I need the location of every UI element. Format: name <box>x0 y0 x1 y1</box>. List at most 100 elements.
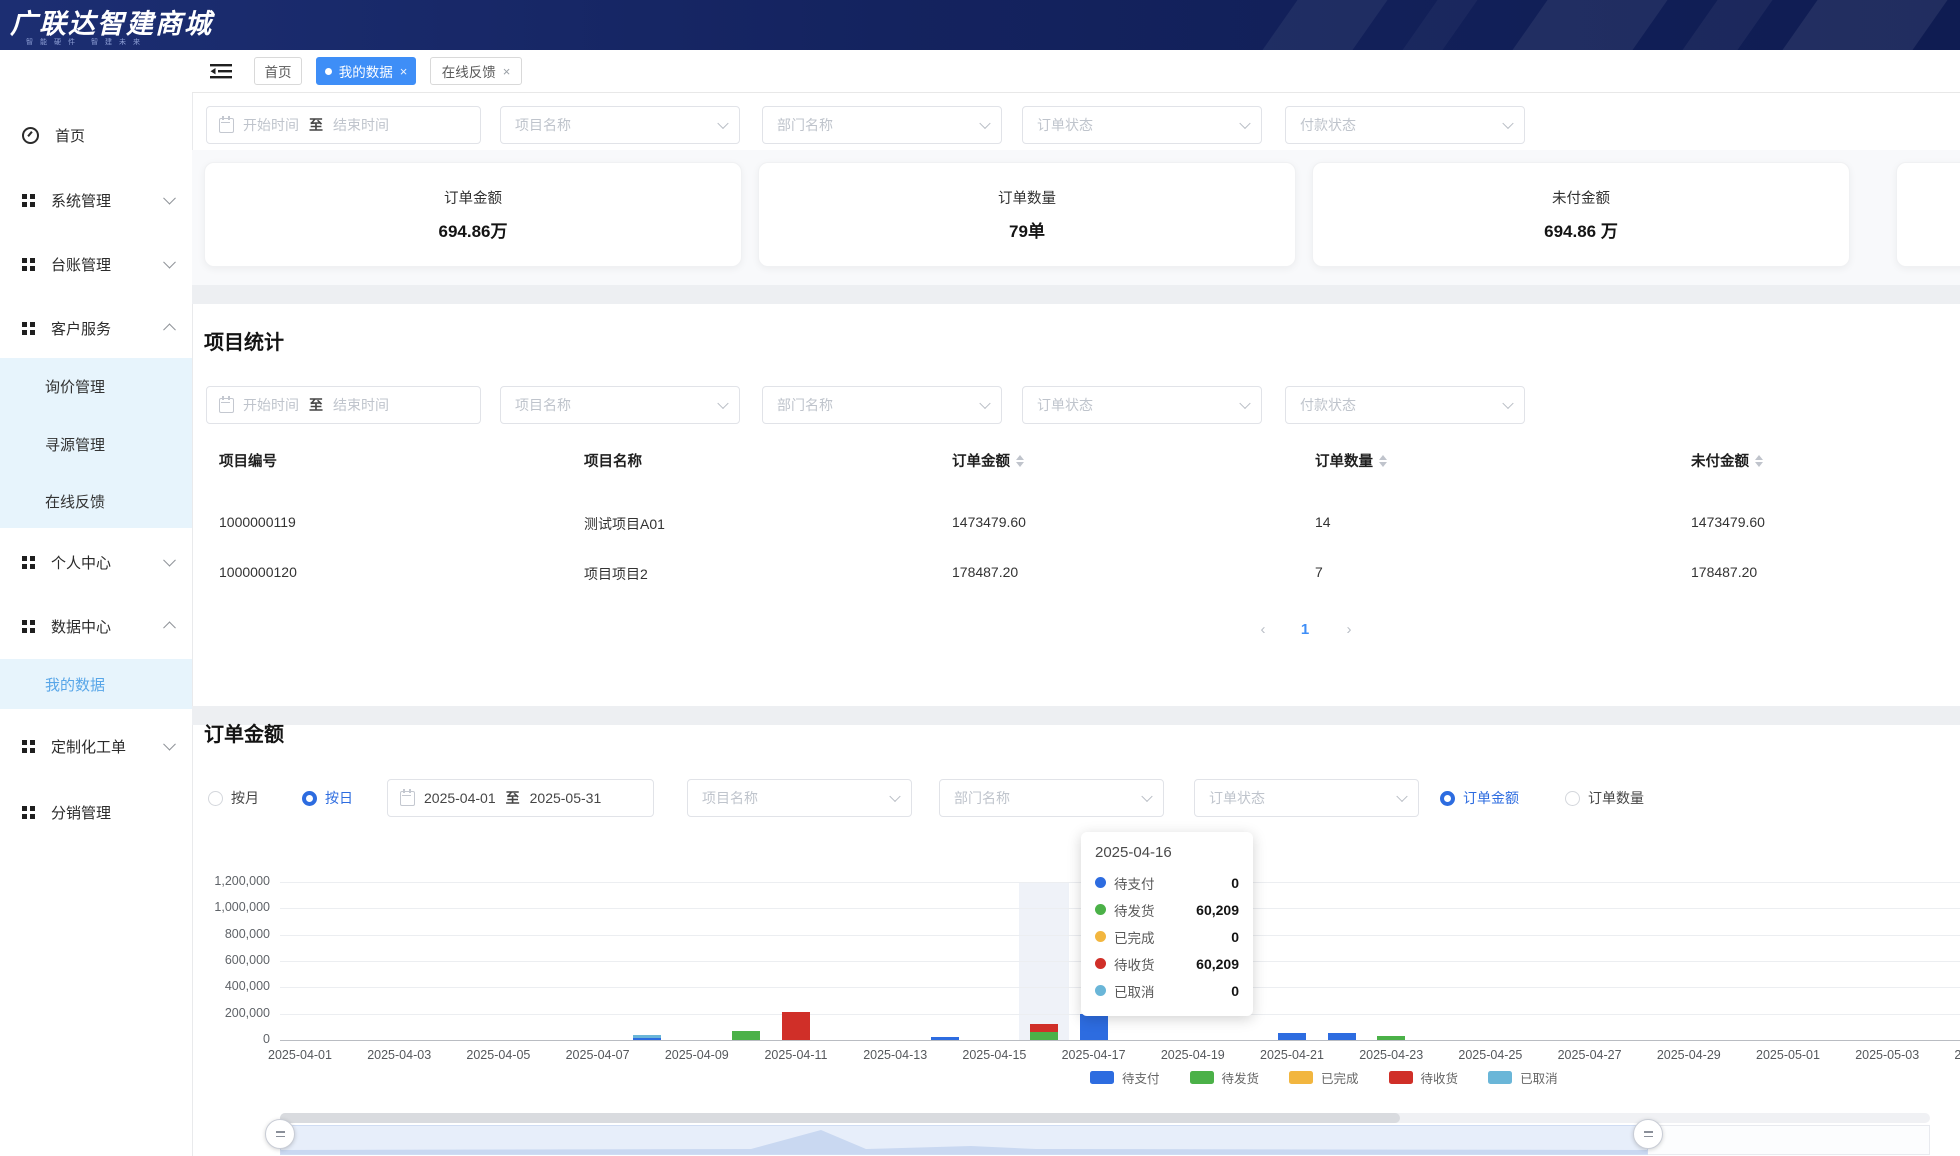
chart-bar-segment[interactable] <box>1030 1032 1058 1040</box>
chart-tooltip: 2025-04-16 待支付 0 待发货 60,209 已完成 0 待收货 60… <box>1081 832 1253 1016</box>
tooltip-series-value: 0 <box>1231 875 1239 891</box>
col-header-order-amount[interactable]: 订单金额 <box>952 450 1024 471</box>
sort-icon[interactable] <box>1016 455 1024 467</box>
project-name-select[interactable]: 项目名称 <box>500 386 740 424</box>
sidebar-item-label: 分销管理 <box>51 802 111 823</box>
project-name-select[interactable]: 项目名称 <box>500 106 740 144</box>
pagination-prev-button[interactable]: ‹ <box>1250 615 1276 643</box>
sidebar-item-home[interactable]: 首页 <box>0 110 192 160</box>
chart-bar-segment[interactable] <box>633 1035 661 1038</box>
legend-label: 已完成 <box>1321 1068 1359 1087</box>
tooltip-row: 已完成 0 <box>1095 923 1239 950</box>
sidebar-item-my-data[interactable]: 我的数据 <box>0 659 192 709</box>
datazoom-window[interactable] <box>280 1125 1648 1155</box>
datazoom-left-handle[interactable] <box>265 1119 295 1149</box>
chart-bar-segment[interactable] <box>1080 1014 1108 1040</box>
close-icon[interactable]: × <box>503 65 511 78</box>
section-divider <box>192 285 1960 304</box>
close-icon[interactable]: × <box>400 65 408 78</box>
legend-item[interactable]: 待支付 <box>1090 1068 1160 1087</box>
select-placeholder: 部门名称 <box>777 395 833 415</box>
chart-bar-segment[interactable] <box>1030 1024 1058 1032</box>
date-range-input[interactable]: 开始时间 至 结束时间 <box>206 386 481 424</box>
sidebar-item-label: 数据中心 <box>51 616 111 637</box>
y-axis-tick-label: 1,200,000 <box>204 874 270 888</box>
sidebar-item-distribution-mgmt[interactable]: 分销管理 <box>0 787 192 837</box>
legend-swatch <box>1389 1071 1413 1084</box>
department-name-select[interactable]: 部门名称 <box>762 106 1002 144</box>
date-range-input[interactable]: 开始时间 至 结束时间 <box>206 106 481 144</box>
sidebar-item-label: 首页 <box>55 125 85 146</box>
order-status-select[interactable]: 订单状态 <box>1022 106 1262 144</box>
department-name-select[interactable]: 部门名称 <box>762 386 1002 424</box>
datazoom-right-handle[interactable] <box>1633 1119 1663 1149</box>
sidebar-item-online-feedback[interactable]: 在线反馈 <box>0 476 192 526</box>
sidebar-item-label: 客户服务 <box>51 318 111 339</box>
chart-bar-segment[interactable] <box>1377 1036 1405 1040</box>
tooltip-dot <box>1095 931 1106 942</box>
radio-by-day[interactable]: 按日 <box>302 779 353 817</box>
tab-my-data[interactable]: 我的数据 × <box>316 57 416 85</box>
date-start-placeholder: 开始时间 <box>243 115 299 135</box>
col-header-project-name: 项目名称 <box>584 450 642 471</box>
sidebar-item-custom-work-order[interactable]: 定制化工单 <box>0 721 192 771</box>
tab-online-feedback[interactable]: 在线反馈 × <box>430 57 522 85</box>
sort-icon[interactable] <box>1379 455 1387 467</box>
select-placeholder: 项目名称 <box>515 395 571 415</box>
chart-bar-segment[interactable] <box>1328 1033 1356 1040</box>
sidebar-item-sourcing-mgmt[interactable]: 寻源管理 <box>0 419 192 469</box>
radio-metric-order-count[interactable]: 订单数量 <box>1565 779 1644 817</box>
radio-by-month[interactable]: 按月 <box>208 779 259 817</box>
chart-bar-segment[interactable] <box>1278 1033 1306 1040</box>
department-name-select[interactable]: 部门名称 <box>939 779 1164 817</box>
tab-home[interactable]: 首页 <box>254 57 302 85</box>
chart-bar-segment[interactable] <box>732 1031 760 1040</box>
radio-circle-icon <box>1565 791 1580 806</box>
chart-date-range-input[interactable]: 2025-04-01 至 2025-05-31 <box>387 779 654 817</box>
horizontal-scrollbar-thumb[interactable] <box>280 1113 1400 1123</box>
payment-status-select[interactable]: 付款状态 <box>1285 106 1525 144</box>
chart-bar-segment[interactable] <box>931 1037 959 1040</box>
order-status-select[interactable]: 订单状态 <box>1194 779 1419 817</box>
sidebar-item-inquiry-mgmt[interactable]: 询价管理 <box>0 361 192 411</box>
cell-project-id: 1000000119 <box>219 514 296 530</box>
date-to-label: 至 <box>309 115 323 135</box>
sidebar-item-system-mgmt[interactable]: 系统管理 <box>0 175 192 225</box>
chart-bar-segment[interactable] <box>782 1012 810 1040</box>
project-name-select[interactable]: 项目名称 <box>687 779 912 817</box>
tooltip-series-name: 已完成 <box>1114 927 1155 947</box>
collapse-sidebar-icon[interactable] <box>210 63 232 79</box>
pagination-page-1[interactable]: 1 <box>1292 615 1318 643</box>
legend-swatch <box>1190 1071 1214 1084</box>
sidebar-item-customer-service[interactable]: 客户服务 <box>0 303 192 353</box>
sort-icon[interactable] <box>1755 455 1763 467</box>
legend-item[interactable]: 已完成 <box>1289 1068 1359 1087</box>
legend-item[interactable]: 已取消 <box>1488 1068 1558 1087</box>
col-header-unpaid-amount[interactable]: 未付金额 <box>1691 450 1763 471</box>
legend-item[interactable]: 待收货 <box>1389 1068 1459 1087</box>
sidebar-item-ledger-mgmt[interactable]: 台账管理 <box>0 239 192 289</box>
legend-item[interactable]: 待发货 <box>1190 1068 1260 1087</box>
tab-bar: 首页 我的数据 × 在线反馈 × <box>192 50 1960 93</box>
order-status-select[interactable]: 订单状态 <box>1022 386 1262 424</box>
radio-label: 订单金额 <box>1463 788 1519 808</box>
radio-metric-order-amount[interactable]: 订单金额 <box>1440 779 1519 817</box>
pagination-next-button[interactable]: › <box>1336 615 1362 643</box>
legend-label: 待支付 <box>1122 1068 1160 1087</box>
grid-icon <box>22 194 35 207</box>
date-start-value: 2025-04-01 <box>424 790 496 806</box>
payment-status-select[interactable]: 付款状态 <box>1285 386 1525 424</box>
sidebar-item-label: 询价管理 <box>45 376 105 397</box>
select-placeholder: 付款状态 <box>1300 115 1356 135</box>
cell-order-count: 7 <box>1315 564 1323 580</box>
chevron-down-icon <box>717 118 728 129</box>
legend-label: 已取消 <box>1520 1068 1558 1087</box>
select-placeholder: 订单状态 <box>1037 115 1093 135</box>
chart-bar-segment[interactable] <box>633 1038 661 1040</box>
sidebar-item-personal-center[interactable]: 个人中心 <box>0 537 192 587</box>
stat-value: 79单 <box>1009 217 1045 242</box>
sidebar-item-data-center[interactable]: 数据中心 <box>0 601 192 651</box>
stat-card-order-amount: 订单金额 694.86万 <box>204 162 742 267</box>
radio-label: 按月 <box>231 788 259 808</box>
col-header-order-count[interactable]: 订单数量 <box>1315 450 1387 471</box>
